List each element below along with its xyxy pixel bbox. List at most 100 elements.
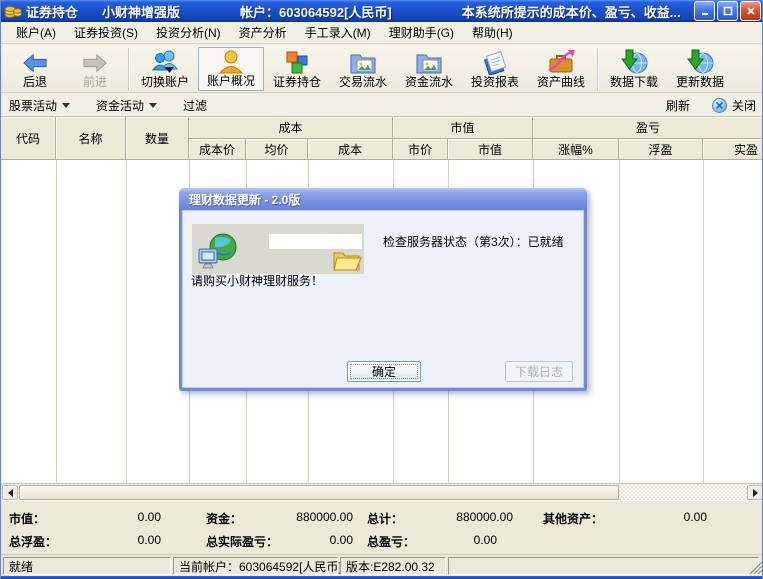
status-bar: 就绪 当前帐户：603064592[人民币] 版本:E282.00.32 <box>1 554 763 576</box>
update-dialog: 理财数据更新 - 2.0版 请购买小 <box>179 188 587 391</box>
dialog-server-status: 检查服务器状态（第3次）：已就绪 <box>383 233 564 250</box>
col-header-float-profit[interactable]: 浮盈 <box>619 139 703 160</box>
summary-total-actual-label: 总实际盈亏： <box>206 533 278 550</box>
summary-panel: 市值： 0.00 资金： 880000.00 总计： 880000.00 其他资… <box>1 500 763 554</box>
grid-line <box>56 160 57 483</box>
menu-bar: 账户(A) 证券投资(S) 投资分析(N) 资产分析 手工录入(M) 理财助手(… <box>1 22 763 44</box>
summary-total-actual: 0.00 <box>330 533 353 547</box>
col-header-market-price[interactable]: 市价 <box>393 139 448 160</box>
blue-ball-x-icon <box>712 98 727 113</box>
investment-report-button[interactable]: 投资报表 <box>462 47 528 91</box>
download-log-button: 下载日志 <box>505 361 573 382</box>
trade-flow-button[interactable]: 交易流水 <box>330 47 396 91</box>
fund-flow-button[interactable]: 资金流水 <box>396 47 462 91</box>
menu-item-account[interactable]: 账户(A) <box>7 22 65 43</box>
switch-account-button[interactable]: 切换账户 <box>132 47 198 91</box>
close-view-button[interactable]: 关闭 <box>732 97 756 114</box>
col-header-cost-price[interactable]: 成本价 <box>189 139 246 160</box>
menu-item-investment-analysis[interactable]: 投资分析(N) <box>147 22 230 43</box>
app-window: 证券持仓 小财神增强版 帐户：603064592[人民币] 本系统所提示的成本价… <box>0 0 763 579</box>
chevron-down-icon <box>62 103 70 108</box>
window-controls <box>694 1 761 21</box>
investment-report-icon <box>481 49 509 75</box>
grid-line <box>703 160 704 483</box>
asset-curve-icon <box>546 49 576 75</box>
table-header: 代码 名称 数量 成本 市值 盈亏 成本价 均价 成本 市价 市值 涨幅% 浮盈… <box>1 117 763 160</box>
menu-item-securities-investment[interactable]: 证券投资(S) <box>65 22 147 43</box>
globe-computer-icon <box>195 231 239 275</box>
menu-item-asset-analysis[interactable]: 资产分析 <box>230 22 296 43</box>
resize-grip-icon[interactable] <box>750 562 763 575</box>
col-header-code[interactable]: 代码 <box>1 117 56 160</box>
coins-icon <box>4 3 22 19</box>
summary-total: 880000.00 <box>456 510 513 524</box>
back-arrow-icon <box>21 49 49 75</box>
fund-activity-dropdown[interactable]: 资金活动 <box>96 97 157 114</box>
summary-other-assets: 0.00 <box>684 510 707 524</box>
scrollbar-thumb[interactable] <box>19 485 619 500</box>
back-button[interactable]: 后退 <box>5 47 65 91</box>
dialog-title: 理财数据更新 - 2.0版 <box>189 191 300 208</box>
summary-total-label: 总计： <box>367 510 403 527</box>
maximize-button[interactable] <box>717 1 738 21</box>
menu-item-help[interactable]: 帮助(H) <box>463 22 522 43</box>
triangle-left-icon <box>8 489 13 497</box>
status-state: 就绪 <box>3 557 171 575</box>
window-edition: 小财神增强版 <box>102 2 180 21</box>
forward-arrow-icon <box>81 49 109 75</box>
menu-item-manual-entry[interactable]: 手工录入(M) <box>296 22 380 43</box>
dialog-title-bar[interactable]: 理财数据更新 - 2.0版 <box>179 188 587 210</box>
update-data-button[interactable]: 更新数据 <box>667 47 733 91</box>
col-header-real-profit[interactable]: 实盈 <box>703 139 763 160</box>
filter-button[interactable]: 过滤 <box>183 97 207 114</box>
col-header-cost[interactable]: 成本 <box>308 139 393 160</box>
activity-bar: 股票活动 资金活动 过滤 刷新 关闭 <box>1 94 763 117</box>
update-data-icon <box>686 49 714 75</box>
summary-total-pl: 0.00 <box>474 533 497 547</box>
triangle-right-icon <box>753 489 758 497</box>
toolbar-separator <box>128 48 129 90</box>
toolbar: 后退 前进 切换账户 <box>1 45 763 93</box>
securities-holdings-button[interactable]: 证券持仓 <box>264 47 330 91</box>
account-overview-button[interactable]: 账户概况 <box>198 47 264 91</box>
asset-curve-button[interactable]: 资产曲线 <box>528 47 594 91</box>
data-download-button[interactable]: 数据下载 <box>601 47 667 91</box>
menu-item-finance-assistant[interactable]: 理财助手(G) <box>380 22 463 43</box>
status-account: 当前帐户：603064592[人民币] <box>173 557 338 575</box>
col-header-quantity[interactable]: 数量 <box>126 117 189 160</box>
scroll-right-button[interactable] <box>747 485 763 500</box>
close-button[interactable] <box>740 1 761 21</box>
dialog-body: 请购买小财神理财服务！ 检查服务器状态（第3次）：已就绪 确定 下载日志 <box>182 210 584 388</box>
switch-account-icon <box>151 49 179 75</box>
summary-funds: 880000.00 <box>296 510 353 524</box>
col-header-name[interactable]: 名称 <box>56 117 126 160</box>
stock-activity-dropdown[interactable]: 股票活动 <box>9 97 70 114</box>
summary-total-float-label: 总浮盈： <box>9 533 57 550</box>
minimize-button[interactable] <box>694 1 715 21</box>
trade-flow-folder-icon <box>349 49 377 75</box>
summary-market-value: 0.00 <box>138 510 161 524</box>
chevron-down-icon <box>149 103 157 108</box>
col-header-change-pct[interactable]: 涨幅% <box>533 139 619 160</box>
toolbar-separator <box>597 48 598 90</box>
scroll-left-button[interactable] <box>2 485 18 500</box>
status-empty-panel <box>448 557 759 575</box>
group-header-market-value[interactable]: 市值 <box>393 117 533 139</box>
horizontal-scrollbar[interactable] <box>1 483 763 500</box>
col-header-avg-price[interactable]: 均价 <box>246 139 308 160</box>
forward-button: 前进 <box>65 47 125 91</box>
window-account: 帐户：603064592[人民币] <box>240 2 392 21</box>
title-bar: 证券持仓 小财神增强版 帐户：603064592[人民币] 本系统所提示的成本价… <box>1 0 763 22</box>
status-version: 版本:E282.00.32 <box>340 557 446 575</box>
grid-line <box>126 160 127 483</box>
account-overview-icon <box>218 48 244 74</box>
col-header-market-value[interactable]: 市值 <box>448 139 533 160</box>
summary-total-float: 0.00 <box>138 533 161 547</box>
ok-button[interactable]: 确定 <box>347 361 421 382</box>
group-header-profit-loss[interactable]: 盈亏 <box>533 117 763 139</box>
holdings-cubes-icon <box>284 49 310 75</box>
refresh-button[interactable]: 刷新 <box>666 97 690 114</box>
summary-market-value-label: 市值： <box>9 510 45 527</box>
group-header-cost[interactable]: 成本 <box>189 117 393 139</box>
data-download-icon <box>620 49 648 75</box>
